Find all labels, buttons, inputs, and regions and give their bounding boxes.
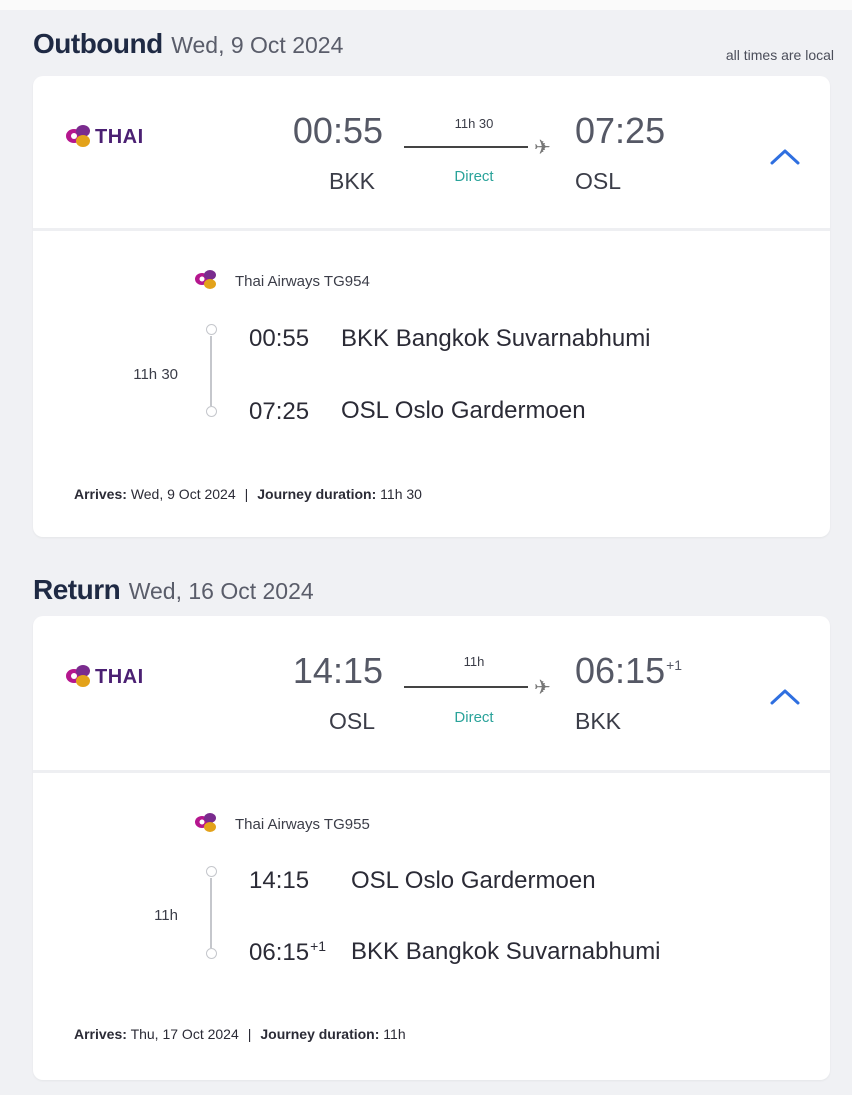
arrival-dot — [206, 406, 217, 417]
airline-logo-text: THAI — [95, 666, 144, 688]
outbound-divider — [33, 228, 830, 231]
departure-dot — [206, 324, 217, 335]
chevron-up-icon[interactable] — [766, 141, 806, 171]
return-stop2-place: BKK Bangkok Suvarnabhumi — [351, 938, 661, 965]
return-stop1-place: OSL Oslo Gardermoen — [351, 867, 596, 894]
airline-logo-text: THAI — [95, 126, 144, 148]
timeline-line — [210, 336, 212, 406]
return-carrier-name: Thai Airways TG955 — [235, 816, 370, 833]
return-arrival-time: 06:15+1 — [575, 650, 683, 691]
arrives-label: Arrives: — [74, 486, 127, 502]
return-leg-duration: 11h — [154, 907, 178, 924]
arrives-value: Thu, 17 Oct 2024 — [130, 1026, 239, 1042]
return-timeline — [205, 866, 219, 962]
outbound-leg-duration: 11h 30 — [133, 366, 178, 383]
outbound-stop1-time: 00:55 — [249, 325, 310, 352]
thai-orchid-icon — [66, 125, 90, 147]
thai-orchid-icon — [195, 270, 216, 289]
journey-label: Journey duration: — [257, 486, 377, 502]
journey-label: Journey duration: — [260, 1026, 380, 1042]
local-times-note: all times are local — [725, 47, 834, 63]
outbound-stops: Direct — [454, 168, 494, 185]
return-stop1-time: 14:15 — [249, 867, 310, 894]
outbound-duration-line — [404, 146, 528, 148]
outbound-stop2-place: OSL Oslo Gardermoen — [341, 397, 586, 424]
outbound-card: THAI 00:55 BKK 11h 30 ✈ Direct 07:25 OSL… — [33, 76, 830, 537]
separator: | — [247, 1026, 252, 1042]
thai-orchid-icon — [195, 813, 216, 832]
outbound-arrival-time: 07:25 — [575, 110, 666, 151]
outbound-arrival-code: OSL — [575, 168, 622, 194]
arrival-dot — [206, 948, 217, 959]
outbound-flight-duration: 11h 30 — [454, 116, 494, 131]
return-duration-line — [404, 686, 528, 688]
return-stop2-time: 06:15+1 — [249, 938, 327, 966]
return-divider — [33, 770, 830, 773]
journey-value: 11h — [383, 1026, 406, 1042]
thai-orchid-icon — [66, 665, 90, 687]
chevron-up-icon[interactable] — [766, 681, 806, 711]
return-footer: Arrives: Thu, 17 Oct 2024 | Journey durati… — [74, 1026, 406, 1042]
journey-value: 11h 30 — [380, 486, 422, 502]
return-flight-duration: 11h — [463, 654, 485, 669]
timeline-line — [210, 878, 212, 948]
departure-dot — [206, 866, 217, 877]
outbound-stop2-time: 07:25 — [249, 398, 310, 425]
return-header: Return Wed, 16 Oct 2024 — [33, 574, 314, 606]
return-summary[interactable]: THAI 14:15 OSL 11h ✈ Direct 06:15+1 BKK — [33, 616, 830, 770]
outbound-departure-code: BKK — [329, 168, 376, 194]
return-stops: Direct — [454, 709, 494, 726]
outbound-timeline — [205, 324, 219, 420]
outbound-stop1-place: BKK Bangkok Suvarnabhumi — [341, 325, 651, 352]
outbound-header: Outbound Wed, 9 Oct 2024 — [33, 28, 343, 60]
plane-icon: ✈ — [534, 137, 551, 159]
return-date: Wed, 16 Oct 2024 — [128, 578, 314, 604]
arrives-value: Wed, 9 Oct 2024 — [130, 486, 236, 502]
outbound-footer: Arrives: Wed, 9 Oct 2024 | Journey duratio… — [74, 486, 422, 502]
return-arrival-code: BKK — [575, 708, 622, 734]
return-title: Return — [33, 574, 121, 605]
separator: | — [244, 486, 249, 502]
plane-icon: ✈ — [534, 677, 551, 699]
return-airline-logo: THAI — [65, 663, 195, 693]
return-departure-time: 14:15 — [292, 650, 383, 691]
outbound-departure-time: 00:55 — [292, 110, 383, 151]
outbound-summary[interactable]: THAI 00:55 BKK 11h 30 ✈ Direct 07:25 OSL — [33, 76, 830, 228]
outbound-title: Outbound — [33, 28, 163, 59]
return-departure-code: OSL — [329, 708, 376, 734]
top-strip — [0, 0, 852, 10]
outbound-date: Wed, 9 Oct 2024 — [171, 32, 344, 58]
return-card: THAI 14:15 OSL 11h ✈ Direct 06:15+1 BKK … — [33, 616, 830, 1080]
arrives-label: Arrives: — [74, 1026, 127, 1042]
outbound-carrier-name: Thai Airways TG954 — [235, 273, 370, 290]
outbound-airline-logo: THAI — [65, 123, 195, 153]
